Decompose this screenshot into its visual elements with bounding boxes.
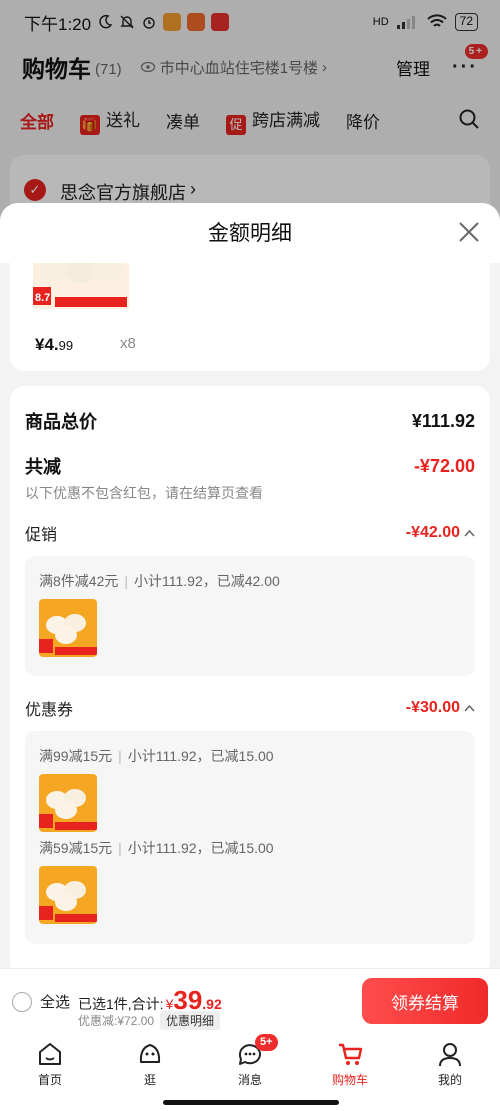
select-all-radio[interactable] xyxy=(12,991,32,1012)
coupon-row[interactable]: 优惠券 -¥30.00 xyxy=(25,696,475,720)
profile-icon xyxy=(439,1043,461,1067)
promotion-box: 满8件减42元 | 小计111.92，已减42.00 xyxy=(25,556,475,676)
home-icon xyxy=(39,1043,61,1065)
coupon-box: 满99减15元 | 小计111.92，已减15.00 满59减15元 | 小计111.9… xyxy=(25,731,475,944)
discount-label: 共减 xyxy=(25,457,61,477)
cart-icon xyxy=(339,1043,363,1065)
promotion-row[interactable]: 促销 -¥42.00 xyxy=(25,521,475,545)
discount-summary: 优惠减:¥72.00 优惠明细 xyxy=(78,1011,221,1030)
coupon-detail: 小计111.92，已减15.00 xyxy=(127,840,274,856)
discount-note: 以下优惠不包含红包，请在结算页查看 xyxy=(25,485,263,501)
close-icon[interactable] xyxy=(458,221,480,243)
nav-home[interactable]: 首页 xyxy=(0,1032,100,1111)
discount-value: -¥72.00 xyxy=(413,455,475,476)
promotion-label: 促销 xyxy=(25,527,58,544)
discount-row: 共减 -¥72.00 xyxy=(25,453,475,479)
home-indicator xyxy=(163,1100,339,1105)
product-thumbnail[interactable]: 8.7 xyxy=(33,263,129,309)
total-row: 商品总价 ¥111.92 xyxy=(25,408,475,434)
divider: | xyxy=(118,840,122,856)
nav-profile[interactable]: 我的 xyxy=(400,1032,500,1111)
promotion-amount: -¥42.00 xyxy=(405,524,460,541)
nav-cart-label: 购物车 xyxy=(331,1073,368,1087)
promotion-rule-line: 满8件减42元 | 小计111.92，已减42.00 xyxy=(39,571,280,591)
product-price-dec: 99 xyxy=(58,338,74,353)
nav-profile-label: 我的 xyxy=(437,1073,462,1087)
product-thumbnail[interactable] xyxy=(39,866,97,924)
browse-icon xyxy=(139,1044,161,1063)
total-value: ¥111.92 xyxy=(411,410,475,431)
promotion-value: -¥42.00 xyxy=(406,524,475,542)
coupon-detail: 小计111.92，已减15.00 xyxy=(127,748,274,764)
total-currency: ¥ xyxy=(165,996,174,1012)
chevron-up-icon[interactable] xyxy=(464,704,475,712)
promotion-rule: 满8件减42元 xyxy=(39,573,119,589)
sheet-header: 金额明细 xyxy=(0,203,500,263)
nav-home-label: 首页 xyxy=(37,1073,62,1087)
messages-badge: 5+ xyxy=(255,1034,278,1051)
select-all[interactable]: 全选 xyxy=(12,991,70,1012)
amount-detail-card: 商品总价 ¥111.92 共减 -¥72.00 以下优惠不包含红包，请在结算页查… xyxy=(10,386,490,968)
product-price: ¥4.99 xyxy=(35,335,73,355)
discount-summary-text: 优惠减:¥72.00 xyxy=(78,1014,155,1028)
total-label: 商品总价 xyxy=(25,412,97,432)
divider: | xyxy=(118,748,122,764)
nav-browse-label: 逛 xyxy=(143,1073,156,1087)
coupon-rule: 满99减15元 xyxy=(39,748,113,764)
coupon-value: -¥30.00 xyxy=(406,699,475,717)
coupon-rule: 满59减15元 xyxy=(39,840,113,856)
divider: | xyxy=(124,573,128,589)
checkout-bar: 全选 已选1件,合计: ¥ 39 .92 优惠减:¥72.00 优惠明细 领券结… xyxy=(0,968,500,1032)
discount-detail-button[interactable]: 优惠明细 xyxy=(160,1011,221,1030)
nav-messages-label: 消息 xyxy=(237,1073,262,1087)
chevron-up-icon[interactable] xyxy=(464,529,475,537)
promotion-detail: 小计111.92，已减42.00 xyxy=(134,573,280,589)
amount-detail-sheet: 金额明细 8.7 ¥4.99 x8 商品总价 ¥111.92 共减 -¥72.0… xyxy=(0,203,500,968)
coupon-rule-line: 满59减15元 | 小计111.92，已减15.00 xyxy=(39,838,274,858)
thumb-badge: 8.7 xyxy=(35,292,50,304)
product-thumbnail[interactable] xyxy=(39,774,97,832)
coupon-rule-line: 满99减15元 | 小计111.92，已减15.00 xyxy=(39,746,274,766)
product-thumbnail[interactable] xyxy=(39,599,97,657)
select-all-label: 全选 xyxy=(40,994,71,1011)
coupon-amount: -¥30.00 xyxy=(405,699,460,716)
product-price-int: ¥4. xyxy=(35,335,59,354)
product-card: 8.7 ¥4.99 x8 xyxy=(10,263,490,371)
total-decimal: .92 xyxy=(202,996,222,1012)
product-quantity: x8 xyxy=(120,335,136,352)
sheet-title: 金额明细 xyxy=(208,222,292,245)
coupon-label: 优惠券 xyxy=(25,702,74,719)
checkout-button[interactable]: 领券结算 xyxy=(362,978,488,1024)
